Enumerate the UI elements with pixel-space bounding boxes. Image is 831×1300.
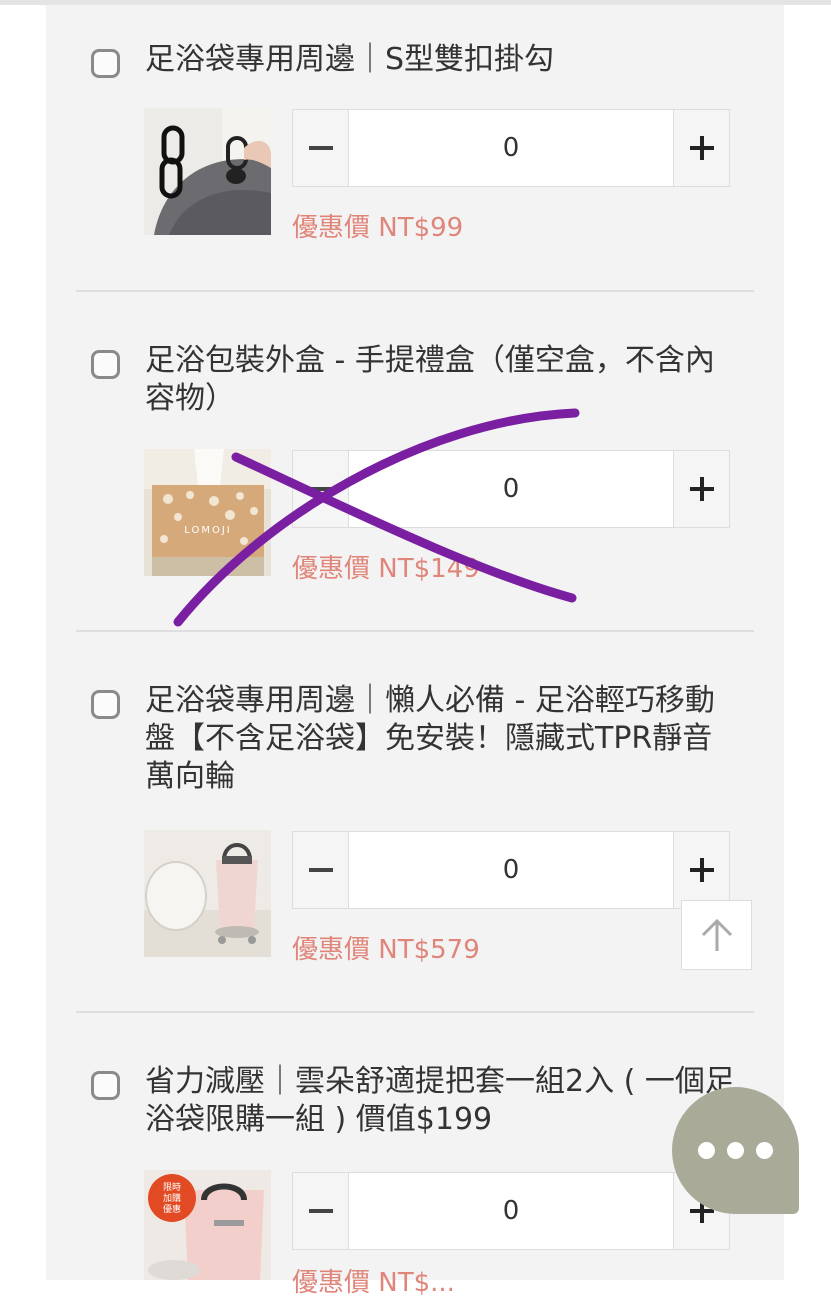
product-2-decrease-button[interactable] <box>293 451 349 527</box>
divider <box>76 1011 754 1013</box>
product-2-checkbox[interactable] <box>91 350 120 379</box>
product-1-quantity-input[interactable] <box>349 110 673 186</box>
minus-icon <box>308 146 333 150</box>
product-1-title: 足浴袋專用周邊｜S型雙扣掛勾 <box>145 42 555 77</box>
product-2-image: LOMOJI <box>144 449 271 576</box>
product-3-decrease-button[interactable] <box>293 832 349 908</box>
product-1-decrease-button[interactable] <box>293 110 349 186</box>
product-1-price: 優惠價 NT$99 <box>292 213 464 243</box>
product-4-checkbox[interactable] <box>91 1071 120 1100</box>
product-2-price: 優惠價 NT$149 <box>292 554 480 584</box>
plus-icon <box>689 136 714 160</box>
divider <box>76 290 754 292</box>
product-1-image <box>144 108 271 235</box>
product-2-image-logo: LOMOJI <box>184 525 231 536</box>
arrow-up-icon <box>701 918 732 951</box>
minus-icon <box>308 1209 333 1213</box>
svg-text:限時: 限時 <box>163 1182 181 1193</box>
minus-icon <box>308 487 333 491</box>
product-3-title: 足浴袋專用周邊｜懶人必備 - 足浴輕巧移動盤【不含足浴袋】免安裝！隱藏式TPR靜… <box>145 683 715 794</box>
divider <box>76 630 754 632</box>
product-4-quantity-stepper <box>292 1172 730 1250</box>
product-3-checkbox[interactable] <box>91 690 120 719</box>
chat-dot <box>727 1142 744 1159</box>
product-2-increase-button[interactable] <box>673 451 729 527</box>
product-2-quantity-input[interactable] <box>349 451 673 527</box>
product-1-increase-button[interactable] <box>673 110 729 186</box>
plus-icon <box>689 858 714 882</box>
product-4-image: 限時 加購 優惠 <box>144 1170 271 1280</box>
product-4-title: 省力減壓｜雲朵舒適提把套一組2入 ( 一個足浴袋限購一組 ) 價值$199 <box>145 1064 735 1137</box>
svg-text:加購: 加購 <box>163 1192 181 1204</box>
product-4-price: 優惠價 NT$... <box>292 1268 455 1298</box>
product-4-quantity-input[interactable] <box>349 1173 673 1249</box>
product-4-decrease-button[interactable] <box>293 1173 349 1249</box>
product-3-quantity-stepper <box>292 831 730 909</box>
chat-dot <box>756 1142 773 1159</box>
product-1-checkbox[interactable] <box>91 49 120 78</box>
chat-dot <box>698 1142 715 1159</box>
product-1-quantity-stepper <box>292 109 730 187</box>
product-3-quantity-input[interactable] <box>349 832 673 908</box>
chat-bubble-button[interactable] <box>672 1087 799 1214</box>
svg-text:優惠: 優惠 <box>163 1203 181 1215</box>
scroll-to-top-button[interactable] <box>681 900 752 970</box>
product-2-quantity-stepper <box>292 450 730 528</box>
product-3-price: 優惠價 NT$579 <box>292 935 480 965</box>
product-3-increase-button[interactable] <box>673 832 729 908</box>
minus-icon <box>308 868 333 872</box>
plus-icon <box>689 477 714 501</box>
product-2-title: 足浴包裝外盒 - 手提禮盒（僅空盒，不含內容物） <box>145 343 715 416</box>
product-3-image <box>144 830 271 957</box>
